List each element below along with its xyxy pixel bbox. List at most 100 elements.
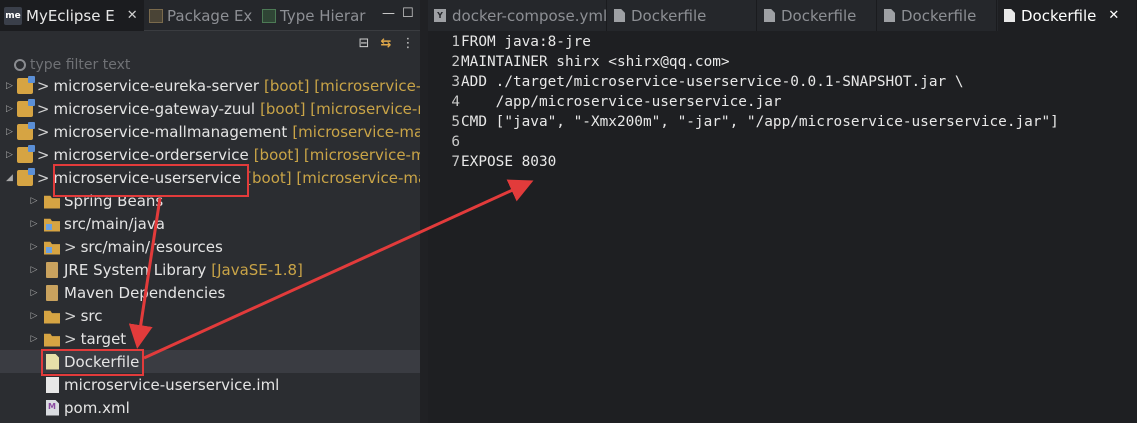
- tree-item[interactable]: microservice-userservice.iml: [0, 373, 420, 396]
- dirty-prefix: >: [36, 168, 50, 187]
- editor-tab[interactable]: Dockerfile: [758, 0, 877, 31]
- code-line: 5 CMD ["java", "-Xmx200m", "-jar", "/app/…: [428, 112, 1137, 132]
- tab-label: Package Ex: [167, 6, 253, 25]
- tree-item-label: microservice-orderservice: [53, 145, 249, 164]
- tree-item[interactable]: ▷ src/main/java: [0, 212, 420, 235]
- expand-toggle-icon[interactable]: ▷: [28, 242, 40, 252]
- pane-splitter[interactable]: [420, 0, 428, 423]
- project-tree: ▷ > microservice-eureka-server [boot] [micr…: [0, 74, 420, 419]
- tree-item-label: microservice-eureka-server: [53, 76, 260, 95]
- package-icon: [149, 8, 163, 23]
- tree-item[interactable]: Dockerfile: [0, 350, 420, 373]
- code-line: 2 MAINTAINER shirx <shirx@qq.com>: [428, 52, 1137, 72]
- iml-file-icon: [46, 376, 59, 393]
- package-explorer-panel: me MyEclipse E ✕ Package Ex Type Hierar …: [0, 0, 420, 423]
- tree-item[interactable]: pom.xml: [0, 396, 420, 419]
- filter-input[interactable]: [30, 57, 390, 73]
- tree-item-label: Spring Beans: [64, 191, 164, 210]
- tree-item[interactable]: ▷ > microservice-mallmanagement [microservi…: [0, 120, 420, 143]
- tree-item[interactable]: ▷ Maven Dependencies: [0, 281, 420, 304]
- line-number: 7: [451, 154, 460, 170]
- expand-toggle-icon[interactable]: ▷: [28, 311, 40, 321]
- code-line: 3 ADD ./target/microservice-userservice-0…: [428, 72, 1137, 92]
- library-icon: [46, 261, 58, 278]
- tree-item[interactable]: ◢ > microservice-userservice [boot] [micros…: [0, 166, 420, 189]
- view-tab-bar: me MyEclipse E ✕ Package Ex Type Hierar …: [0, 0, 420, 31]
- folder-icon: [44, 310, 60, 324]
- line-number: 6: [451, 134, 460, 150]
- library-icon: [46, 284, 58, 301]
- yaml-file-icon: Y: [434, 9, 446, 22]
- source-folder-icon: [44, 218, 60, 232]
- search-icon: [14, 59, 26, 71]
- editor-tab-label: docker-compose.yml: [452, 6, 607, 25]
- tree-item-label: src/main/resources: [80, 237, 223, 256]
- project-icon: [16, 75, 35, 94]
- source-folder-icon: [44, 241, 60, 255]
- tree-item-label: microservice-mallmanagement: [53, 122, 288, 141]
- expand-toggle-icon[interactable]: ▷: [6, 127, 13, 137]
- tree-item[interactable]: ▷ > target: [0, 327, 420, 350]
- expand-toggle-icon[interactable]: ▷: [28, 334, 40, 344]
- expand-toggle-icon[interactable]: ▷: [6, 81, 13, 91]
- document-icon: [764, 9, 775, 22]
- tree-item-label: microservice-gateway-zuul: [53, 99, 256, 118]
- editor-tab[interactable]: Dockerfile: [608, 0, 757, 31]
- collapse-all-icon[interactable]: ⊟: [356, 35, 372, 51]
- expand-toggle-icon[interactable]: ▷: [6, 104, 13, 114]
- link-with-editor-icon[interactable]: ⇆: [378, 35, 394, 51]
- tree-item[interactable]: ▷ JRE System Library [JavaSE-1.8]: [0, 258, 420, 281]
- expand-toggle-icon[interactable]: ▷: [28, 265, 40, 275]
- tree-item[interactable]: ▷ > src/main/resources: [0, 235, 420, 258]
- tab-type-hierarchy[interactable]: Type Hierar: [258, 0, 370, 31]
- maximize-icon[interactable]: ☐: [402, 6, 414, 21]
- tab-package-explorer[interactable]: Package Ex: [145, 0, 257, 31]
- tree-item-label: Maven Dependencies: [64, 283, 226, 302]
- editor-tab[interactable]: Dockerfile: [878, 0, 997, 31]
- tree-item[interactable]: ▷ > src: [0, 304, 420, 327]
- tree-item-label: target: [80, 329, 127, 348]
- tab-label: MyEclipse E: [26, 6, 115, 25]
- code-text: MAINTAINER shirx <shirx@qq.com>: [461, 54, 730, 70]
- code-editor[interactable]: 1 FROM java:8-jre 2 MAINTAINER shirx <shirx…: [428, 32, 1137, 172]
- tab-myeclipse-explorer[interactable]: me MyEclipse E ✕: [0, 0, 144, 31]
- document-icon: [1004, 9, 1015, 22]
- code-text: EXPOSE 8030: [461, 154, 557, 170]
- dirty-prefix: >: [64, 237, 77, 256]
- tree-item[interactable]: ▷ > microservice-eureka-server [boot] [micr…: [0, 74, 420, 97]
- dirty-prefix: >: [64, 329, 77, 348]
- tree-item[interactable]: ▷ Spring Beans: [0, 189, 420, 212]
- dirty-prefix: >: [36, 76, 50, 95]
- editor-tab-bar: Ydocker-compose.yml Dockerfile Dockerfile D…: [428, 0, 1137, 31]
- tree-item[interactable]: ▷ > microservice-gateway-zuul [boot] [micro…: [0, 97, 420, 120]
- tab-label: Type Hierar: [280, 6, 366, 25]
- tree-item[interactable]: ▷ > microservice-orderservice [boot] [micro…: [0, 143, 420, 166]
- dirty-prefix: >: [64, 306, 77, 325]
- line-number: 2: [451, 54, 460, 70]
- folder-icon: [44, 333, 60, 347]
- tree-item-decorator: [boot] [microservice-m: [253, 145, 420, 164]
- line-number: 4: [451, 94, 460, 110]
- hierarchy-icon: [262, 8, 276, 23]
- expand-toggle-icon[interactable]: ▷: [28, 196, 40, 206]
- tree-item-decorator: [JavaSE-1.8]: [211, 260, 303, 279]
- close-icon[interactable]: ✕: [127, 8, 138, 23]
- view-menu-icon[interactable]: ⋮: [400, 35, 416, 51]
- minimize-icon[interactable]: —: [382, 6, 395, 21]
- editor-tab-label: Dockerfile: [631, 6, 707, 25]
- close-icon[interactable]: ✕: [1108, 8, 1119, 23]
- expand-toggle-icon[interactable]: ▷: [28, 219, 40, 229]
- view-toolbar: ⊟ ⇆ ⋮: [0, 31, 420, 55]
- file-icon: [46, 353, 59, 370]
- tree-item-decorator: [boot] [microservice-r: [260, 99, 420, 118]
- filter-bar: [14, 55, 414, 75]
- expand-toggle-icon[interactable]: ▷: [28, 288, 40, 298]
- code-text: /app/microservice-userservice.jar: [461, 94, 782, 110]
- editor-tab[interactable]: Ydocker-compose.yml: [428, 0, 607, 31]
- tree-item-label: Dockerfile: [64, 352, 140, 371]
- tree-item-label: microservice-userservice.iml: [64, 375, 280, 394]
- expand-toggle-icon[interactable]: ◢: [6, 173, 13, 183]
- editor-tab[interactable]: Dockerfile ✕: [998, 0, 1137, 31]
- expand-toggle-icon[interactable]: ▷: [6, 150, 13, 160]
- line-number: 3: [451, 74, 460, 90]
